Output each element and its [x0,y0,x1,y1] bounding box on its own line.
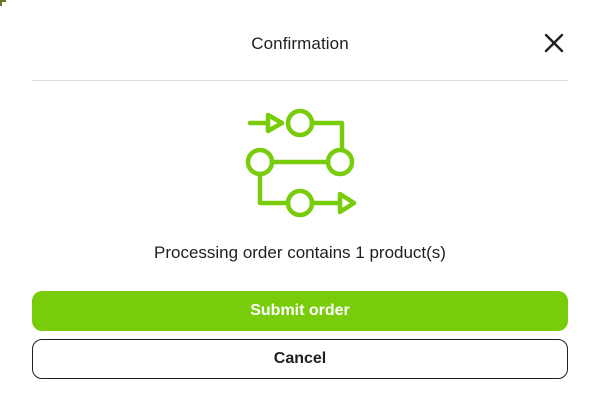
close-button[interactable] [544,33,564,53]
close-icon [544,33,564,53]
corner-decoration [0,0,6,6]
process-flow-icon [240,103,360,221]
confirmation-dialog: Confirmation Processing order contains 1… [0,0,600,411]
cancel-button[interactable]: Cancel [32,339,568,379]
dialog-title: Confirmation [251,34,349,53]
dialog-header: Confirmation [32,0,568,81]
order-message: Processing order contains 1 product(s) [154,243,446,262]
submit-order-button[interactable]: Submit order [32,291,568,331]
